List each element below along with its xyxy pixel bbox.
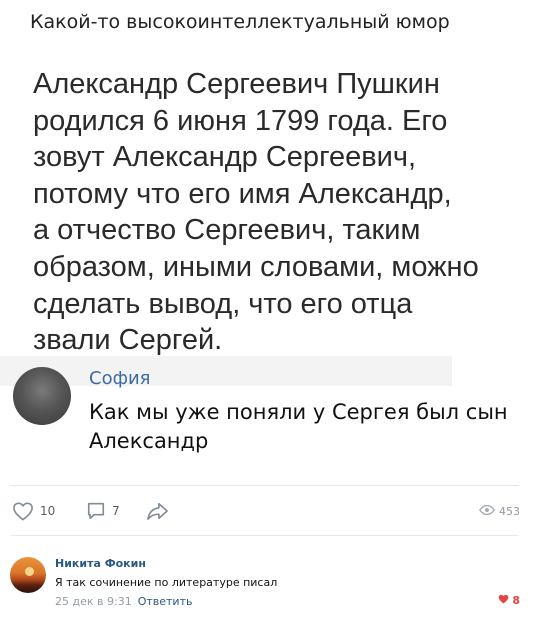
post-image-text: Александр Сергеевич Пушкин родился 6 июн…	[33, 66, 513, 359]
post-body-line: а отчество Сергеевич, таким	[33, 214, 421, 247]
comment-like-count: 8	[512, 594, 520, 607]
comment-text: Я так сочинение по литературе писал	[55, 576, 278, 589]
views-counter: 453	[479, 499, 520, 523]
reply-button[interactable]: Ответить	[138, 595, 193, 608]
post-body-line: зовут Александр Сергеевич,	[33, 141, 417, 174]
like-count: 10	[40, 504, 56, 518]
avatar-sunset-sun	[25, 567, 34, 576]
share-arrow-icon	[146, 501, 170, 521]
comments-divider	[11, 535, 519, 536]
eye-icon	[479, 504, 495, 519]
comment-button[interactable]: 7	[86, 499, 120, 523]
share-button[interactable]	[146, 499, 170, 523]
post-body-line: сделать вывод, что его отца	[33, 287, 413, 320]
quoted-comment-avatar	[13, 367, 71, 425]
comment-meta: 25 дек в 9:31 Ответить	[55, 595, 192, 608]
quoted-comment-text: Как мы уже поняли у Сергея был сын Алекс…	[89, 398, 519, 456]
post-body-line: Александр Сергеевич Пушкин	[33, 68, 440, 100]
comment-count: 7	[112, 504, 120, 518]
like-button[interactable]: 10	[12, 499, 55, 523]
comment-author-avatar[interactable]	[10, 557, 46, 593]
quoted-comment-line: Как мы уже поняли у Сергея был сын	[89, 400, 508, 424]
quoted-comment-line: Александр	[89, 429, 209, 453]
heart-filled-icon	[498, 594, 512, 607]
actions-divider-top	[11, 485, 519, 486]
comment-like-button[interactable]: 8	[498, 594, 520, 607]
quoted-comment-header-strip	[0, 356, 452, 386]
quoted-comment-author: София	[89, 368, 151, 389]
post-body-line: образом, иными словами, можно	[33, 250, 479, 283]
post-title: Какой-то высокоинтеллектуальный юмор	[30, 11, 450, 33]
comment-bubble-icon	[86, 501, 106, 521]
post-body-line: родился 6 июня 1799 года. Его	[33, 104, 448, 137]
views-count: 453	[499, 504, 520, 518]
comment-date[interactable]: 25 дек в 9:31	[55, 595, 132, 608]
post-body-line: звали Сергей.	[33, 324, 223, 357]
post-actions-bar: 10 7 453	[0, 495, 534, 527]
heart-icon	[12, 501, 34, 521]
comment-author-name[interactable]: Никита Фокин	[55, 557, 146, 570]
post-body-line: потому что его имя Александр,	[33, 177, 452, 210]
